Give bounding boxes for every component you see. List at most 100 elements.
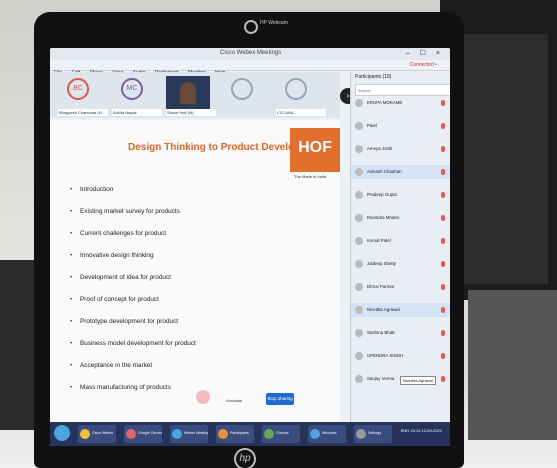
avatar	[231, 78, 253, 100]
taskbar-app[interactable]: Participants	[216, 425, 254, 443]
tile-name: Ankita Nayak	[112, 109, 162, 116]
participant-row[interactable]: Ravindra Mhatre	[351, 211, 450, 225]
mic-muted-icon[interactable]	[441, 215, 445, 221]
bullet-item: Introduction	[70, 186, 114, 193]
participant-name: KRUPA MOKAME	[367, 100, 403, 105]
participant-name: Sanjay Verma	[367, 376, 395, 381]
participant-row[interactable]: Avinash Chauhan	[351, 165, 450, 179]
participant-name: UPENDRA SINGH	[367, 353, 404, 358]
mic-muted-icon[interactable]	[441, 123, 445, 129]
video-tile[interactable]: LTO ANA...	[276, 76, 326, 116]
window-controls[interactable]: – ☐ ×	[406, 49, 444, 57]
participant-tooltip: Nivedita Agrawal	[400, 376, 436, 385]
participants-panel: Participants (18) KRUPA MOKAME Patel Ameya…	[350, 72, 450, 422]
participant-row[interactable]: Sushma Bhatt	[351, 326, 450, 340]
right-object	[468, 290, 557, 440]
bullet-item: Acceptance in the market	[70, 362, 152, 369]
avatar	[355, 375, 363, 383]
avatar	[355, 260, 363, 268]
window-titlebar: Cisco Webex Meetings – ☐ ×	[50, 48, 450, 60]
photo-scene: HP Webcam Cisco Webex Meetings – ☐ × Fil…	[0, 0, 557, 468]
participants-search-input[interactable]	[355, 84, 450, 96]
tile-name: Bhagyesh Chanvada (H...	[58, 109, 108, 116]
participant-row[interactable]: KRUPA MOKAME	[351, 96, 450, 110]
video-tile[interactable]: BC Bhagyesh Chanvada (H...	[58, 76, 108, 116]
avatar	[355, 283, 363, 291]
bullet-item: Current challenges for product	[70, 230, 166, 237]
mic-muted-icon[interactable]	[441, 330, 445, 336]
menu-bar: File Edit Share View Audio Participant M…	[50, 60, 450, 76]
participant-row[interactable]: UPENDRA SINGH	[351, 349, 450, 363]
video-tile-active[interactable]: Shaxe Hall (M)	[166, 76, 216, 116]
mic-muted-icon[interactable]	[441, 146, 445, 152]
taskbar-app[interactable]: Chrome	[262, 425, 300, 443]
webcam-label: HP Webcam	[260, 20, 288, 26]
mic-muted-icon[interactable]	[441, 192, 445, 198]
avatar: BC	[67, 78, 89, 100]
system-tray: ENG 10:12 12-09-2021	[400, 428, 442, 433]
avatar	[355, 352, 363, 360]
connection-status: Connected •	[409, 62, 437, 68]
mic-muted-icon[interactable]	[441, 353, 445, 359]
participant-name: Sushma Bhatt	[367, 330, 395, 335]
bullet-item: Proof of concept for product	[70, 296, 159, 303]
tile-name: Shaxe Hall (M)	[166, 109, 216, 116]
bullet-item: Prototype development for product	[70, 318, 178, 325]
participant-row[interactable]: Pradeep Gupta	[351, 188, 450, 202]
avatar	[355, 214, 363, 222]
taskbar-app-label: Settings	[368, 431, 381, 435]
participant-row[interactable]: Dhruv Parmar	[351, 280, 450, 294]
avatar	[355, 306, 363, 314]
participant-name: Komal Patel	[367, 238, 391, 243]
video-strip: BC Bhagyesh Chanvada (H... MC Ankita Nay…	[50, 72, 340, 118]
avatar	[355, 168, 363, 176]
video-tile[interactable]: MC Ankita Nayak	[112, 76, 162, 116]
participant-name: Avinash Chauhan	[367, 169, 402, 174]
hof-logo-sub: The Made in India	[294, 174, 327, 179]
participant-row[interactable]: Nivedita Agrawal	[351, 303, 450, 317]
participant-row[interactable]: Ameya Joshi	[351, 142, 450, 156]
start-button-icon[interactable]	[54, 425, 70, 441]
video-tile[interactable]	[222, 76, 262, 110]
taskbar-app[interactable]: Cisco Webex	[78, 425, 116, 443]
participant-row[interactable]: Komal Patel	[351, 234, 450, 248]
participant-name: Ravindra Mhatre	[367, 215, 400, 220]
participant-name: Jaideep Shetty	[367, 261, 397, 266]
annotate-label[interactable]: Annotate	[226, 398, 242, 403]
window-title: Cisco Webex Meetings	[220, 50, 282, 56]
taskbar-app[interactable]: Webex Meeting	[170, 425, 208, 443]
participant-video	[180, 82, 196, 104]
taskbar-app[interactable]: Windows	[308, 425, 346, 443]
mic-muted-icon[interactable]	[441, 376, 445, 382]
taskbar-app[interactable]: Settings	[354, 425, 392, 443]
mic-muted-icon[interactable]	[441, 261, 445, 267]
mic-muted-icon[interactable]	[441, 307, 445, 313]
app-icon	[80, 429, 90, 439]
mic-muted-icon[interactable]	[441, 284, 445, 290]
taskbar-app[interactable]: Google Chrome	[124, 425, 162, 443]
participant-row[interactable]: Jaideep Shetty	[351, 257, 450, 271]
avatar	[285, 78, 307, 100]
app-icon	[310, 429, 320, 439]
laptop-screen: Cisco Webex Meetings – ☐ × File Edit Sha…	[50, 48, 450, 446]
stop-sharing-button[interactable]: Stop sharing	[266, 393, 294, 405]
laptop: HP Webcam Cisco Webex Meetings – ☐ × Fil…	[34, 12, 464, 468]
participant-name: Nivedita Agrawal	[367, 307, 400, 312]
bullet-item: Mass manufacturing of products	[70, 384, 171, 391]
bullet-item: Innovative design thinking	[70, 252, 153, 259]
bullet-item: Existing market survey for products	[70, 208, 180, 215]
mic-muted-icon[interactable]	[441, 169, 445, 175]
mic-muted-icon[interactable]	[441, 100, 445, 106]
participant-name: Ameya Joshi	[367, 146, 393, 151]
avatar	[355, 329, 363, 337]
hof-logo: HOF	[290, 128, 340, 172]
avatar	[355, 145, 363, 153]
mic-muted-icon[interactable]	[441, 238, 445, 244]
participants-header: Participants (18)	[355, 74, 392, 80]
bullet-item: Development of idea for product	[70, 274, 171, 281]
taskbar-app-label: Chrome	[276, 431, 289, 435]
participant-name: Pradeep Gupta	[367, 192, 397, 197]
taskbar-app-label: Webex Meeting	[184, 431, 208, 435]
annotation-icon[interactable]	[196, 390, 210, 404]
participant-row[interactable]: Patel	[351, 119, 450, 133]
